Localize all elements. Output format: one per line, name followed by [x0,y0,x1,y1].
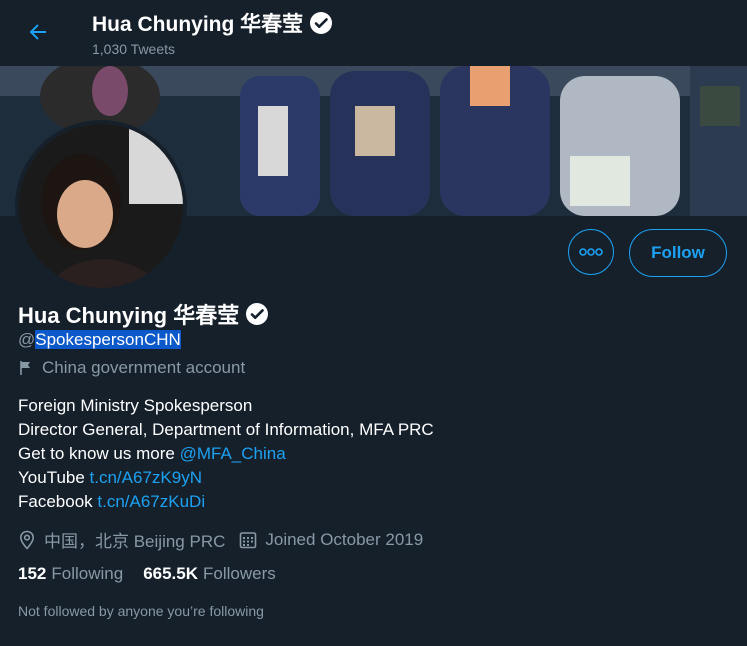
profile-header: Hua Chunying 华春莹 1,030 Tweets [0,0,747,66]
followers-link[interactable]: 665.5K Followers [143,564,276,584]
facebook-link[interactable]: t.cn/A67zKuDi [97,492,205,511]
following-label: Following [51,564,124,583]
bio-line: Director General, Department of Informat… [18,420,434,439]
profile-name-text: Hua Chunying 华春莹 [18,303,240,328]
more-options-button[interactable] [568,229,614,275]
following-count: 152 [18,564,47,583]
profile-bio: Foreign Ministry Spokesperson Director G… [18,394,434,514]
handle-text[interactable]: SpokespersonCHN [35,330,181,349]
follow-button[interactable]: Follow [629,229,727,277]
calendar-icon [240,531,257,548]
profile-name: Hua Chunying 华春莹 [18,298,269,330]
location-icon [19,530,35,550]
bio-line: Foreign Ministry Spokesperson [18,396,253,415]
location: 中国，北京 Beijing PRC [18,527,225,552]
avatar-photo [19,124,183,288]
followers-label: Followers [203,564,276,583]
header-name-text: Hua Chunying 华春莹 [92,13,304,36]
government-label[interactable]: China government account [18,358,245,378]
back-arrow-icon [29,24,46,40]
following-link[interactable]: 152 Following [18,564,123,584]
more-icon [579,248,603,256]
handle-prefix: @ [18,330,36,349]
bio-line: Get to know us more @MFA_China [18,444,286,463]
back-button[interactable] [20,14,56,50]
follow-stats: 152 Following 665.5K Followers [18,564,276,584]
joined-text: Joined October 2019 [265,529,424,549]
bio-line: YouTube t.cn/A67zK9yN [18,468,202,487]
bio-line: Facebook t.cn/A67zKuDi [18,492,206,511]
tweet-count: 1,030 Tweets [92,41,176,57]
profile-avatar[interactable] [15,120,187,292]
not-followed-notice: Not followed by anyone you’re following [18,603,264,619]
verified-badge-icon [246,303,269,325]
joined-date: Joined October 2019 [239,530,423,550]
location-text: 中国，北京 Beijing PRC [44,532,226,551]
youtube-link[interactable]: t.cn/A67zK9yN [90,468,202,487]
profile-meta: 中国，北京 Beijing PRC Joined October 2019 [18,527,437,552]
government-flag-icon [20,361,30,375]
header-title: Hua Chunying 华春莹 [92,8,333,38]
followers-count: 665.5K [143,564,199,583]
verified-badge-icon [310,12,333,34]
mfa-china-link[interactable]: @MFA_China [180,444,286,463]
government-label-text: China government account [42,358,246,377]
profile-handle: @SpokespersonCHN [18,330,181,350]
